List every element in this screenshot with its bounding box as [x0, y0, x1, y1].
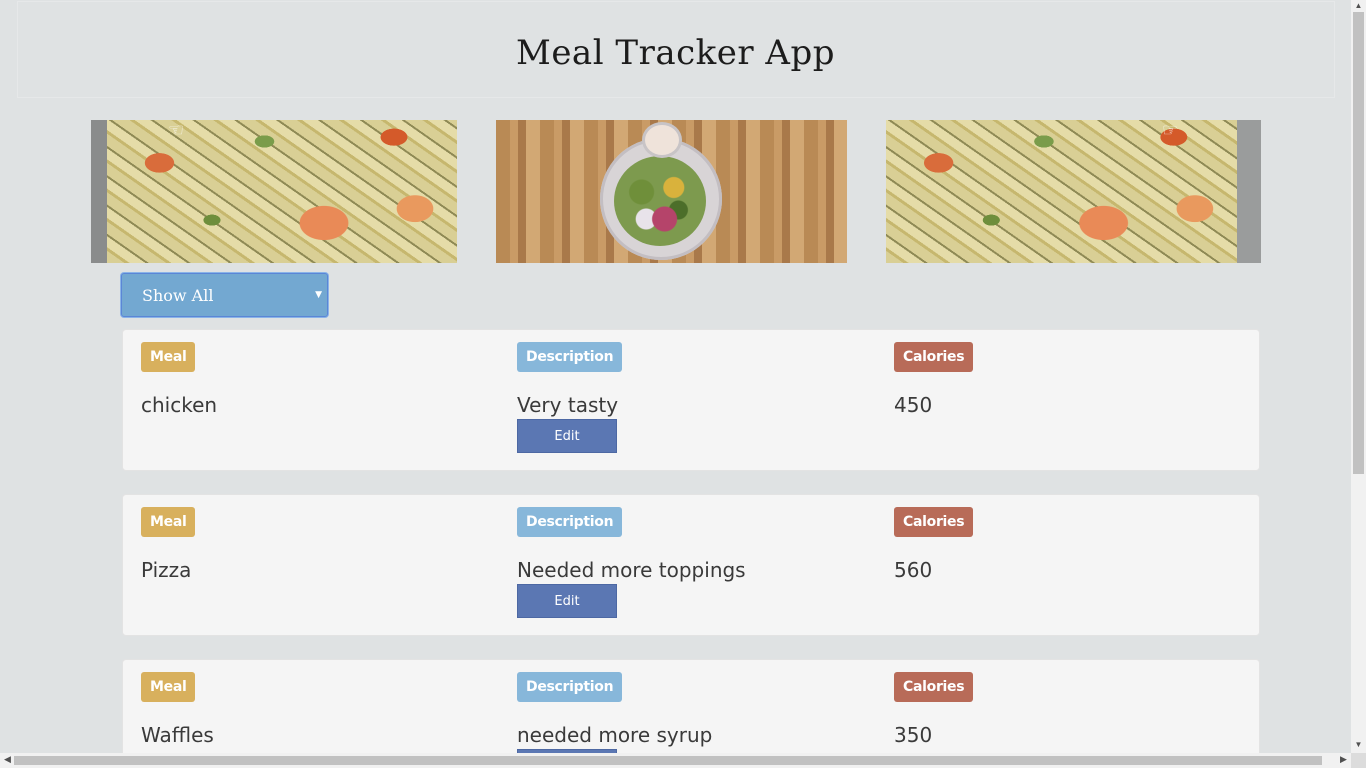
meal-filter-select[interactable]: Show All ▼	[121, 273, 328, 317]
salad-plate	[600, 138, 722, 260]
edit-button[interactable]: Edit	[517, 419, 617, 453]
pointing-hand-right-icon[interactable]: ☞	[1162, 120, 1178, 141]
vertical-scroll-thumb[interactable]	[1353, 12, 1364, 474]
meal-card: Meal Description Calories chicken Very t…	[122, 329, 1260, 471]
calories-label: Calories	[894, 507, 974, 537]
scroll-right-icon[interactable]: ▶	[1340, 754, 1347, 765]
meal-name: Waffles	[141, 723, 214, 747]
salad-image	[496, 120, 847, 263]
description-label: Description	[517, 507, 623, 537]
scrollbar-corner	[1351, 753, 1366, 768]
meal-calories: 350	[894, 723, 933, 747]
pasta-image	[107, 120, 457, 263]
meal-card: Meal Description Calories Waffles needed…	[122, 659, 1260, 753]
pasta-image-right	[886, 120, 1237, 263]
horizontal-scrollbar[interactable]: ◀ ▶	[0, 753, 1351, 768]
chevron-down-icon: ▼	[315, 290, 322, 300]
meal-description: needed more syrup	[517, 723, 713, 747]
description-label: Description	[517, 342, 623, 372]
scroll-up-icon[interactable]: ▲	[1351, 1, 1366, 10]
scroll-down-icon[interactable]: ▼	[1351, 740, 1366, 749]
meal-calories: 450	[894, 393, 933, 417]
pointing-hand-left-icon[interactable]: ☜	[168, 120, 184, 141]
scroll-left-icon[interactable]: ◀	[4, 754, 11, 765]
meal-name: Pizza	[141, 558, 192, 582]
horizontal-scroll-thumb[interactable]	[14, 756, 1322, 765]
filter-selected-value: Show All	[142, 286, 214, 305]
meal-card: Meal Description Calories Pizza Needed m…	[122, 494, 1260, 636]
dip-cup	[645, 125, 679, 155]
carousel-edge-right	[1237, 120, 1261, 263]
calories-label: Calories	[894, 342, 974, 372]
meal-name: chicken	[141, 393, 218, 417]
meal-label: Meal	[141, 672, 196, 702]
page: Meal Tracker App ☜ ☞ Show All ▼ Meal Des…	[0, 0, 1351, 753]
page-title: Meal Tracker App	[516, 33, 835, 73]
vertical-scrollbar[interactable]: ▲ ▼	[1351, 0, 1366, 753]
salad	[614, 156, 706, 246]
meal-description: Needed more toppings	[517, 558, 746, 582]
edit-button[interactable]: Edit	[517, 584, 617, 618]
meal-description: Very tasty	[517, 393, 619, 417]
description-label: Description	[517, 672, 623, 702]
carousel-edge-left	[91, 120, 107, 263]
meal-calories: 560	[894, 558, 933, 582]
meal-label: Meal	[141, 342, 196, 372]
calories-label: Calories	[894, 672, 974, 702]
meal-label: Meal	[141, 507, 196, 537]
